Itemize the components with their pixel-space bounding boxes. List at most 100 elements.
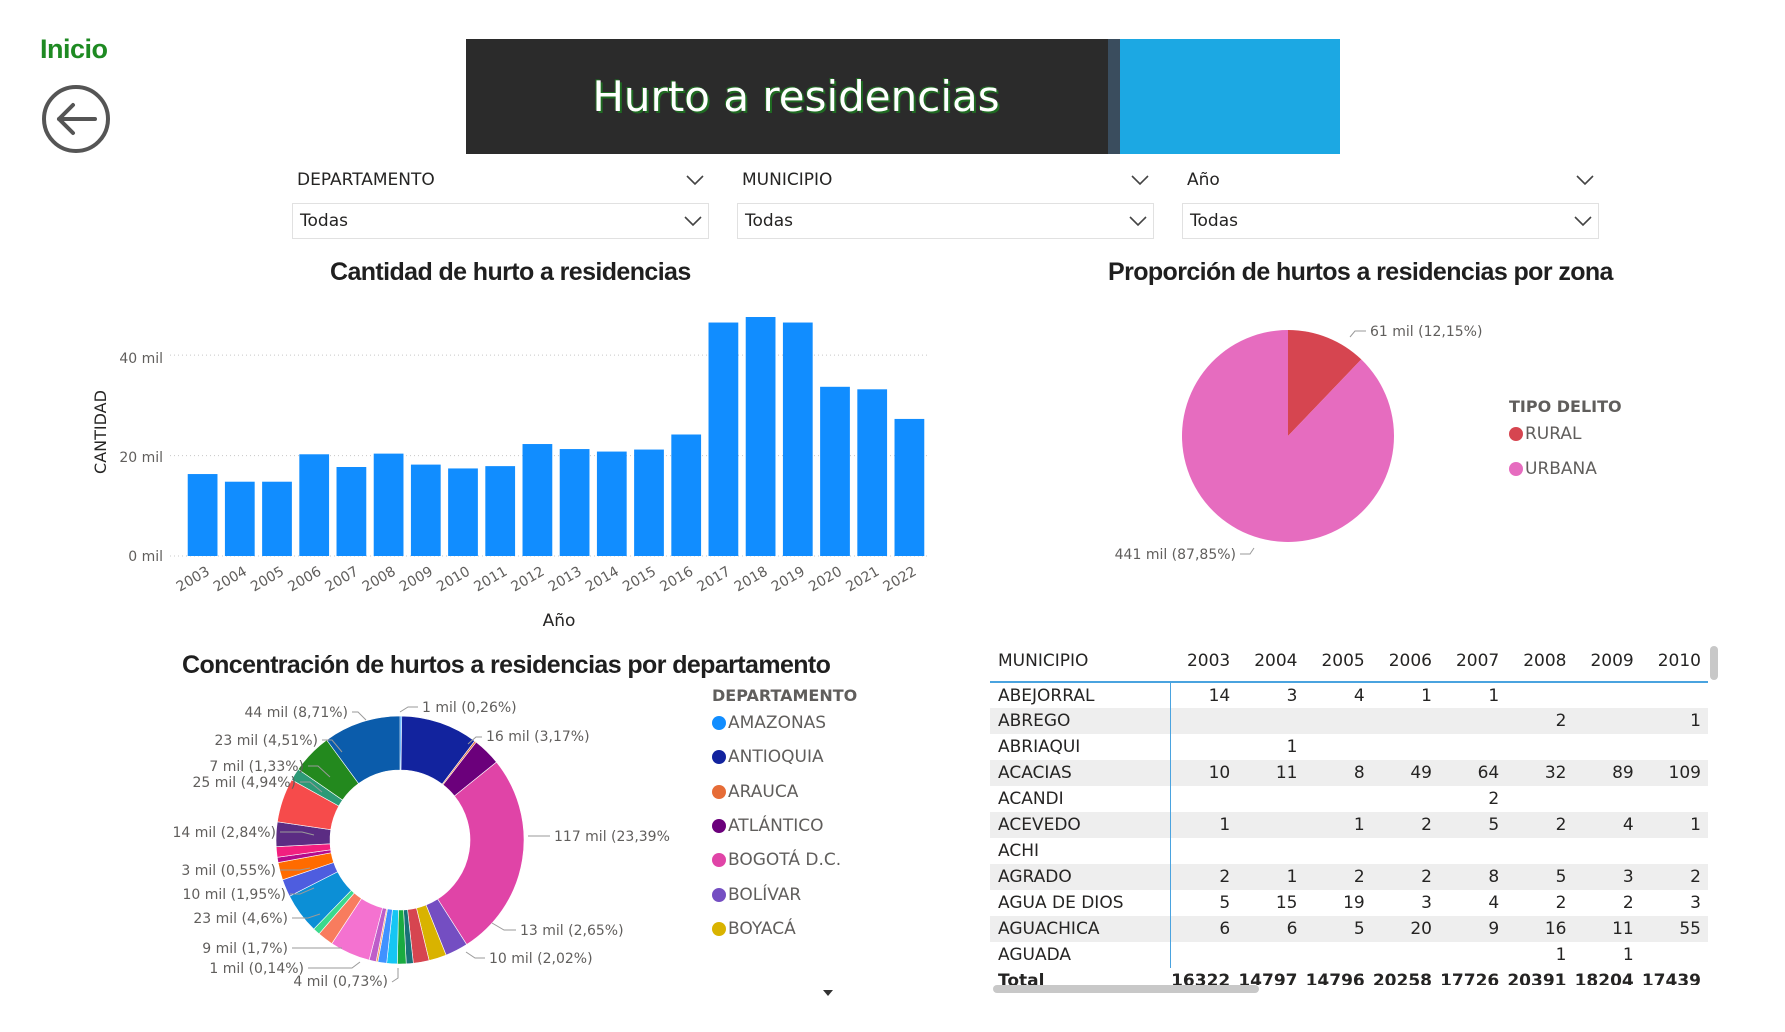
value-cell: 1 xyxy=(1690,815,1701,835)
chevron-down-icon[interactable] xyxy=(1576,174,1594,186)
column-header-year[interactable]: 2003 xyxy=(1170,640,1237,682)
legend-item[interactable]: ANTIOQUIA xyxy=(712,747,824,767)
data-label: 9 mil (1,7%) xyxy=(202,941,288,957)
value-cell: 5 xyxy=(1353,919,1365,939)
legend-item[interactable]: ARAUCA xyxy=(712,782,798,802)
x-tick-label: 2009 xyxy=(397,564,436,596)
bar[interactable] xyxy=(745,317,776,556)
legend-item[interactable]: BOLÍVAR xyxy=(712,885,801,905)
legend-dot xyxy=(712,784,726,799)
table-row[interactable]: AGUACHICA 6 6 5 20 9 16 11 55 xyxy=(990,916,1708,942)
value-cell: 1 xyxy=(1690,711,1701,731)
municipio-dropdown[interactable]: Todas xyxy=(737,203,1154,239)
table-row[interactable]: AGRADO 2 1 2 2 8 5 3 2 xyxy=(990,864,1708,890)
table-row[interactable]: ACACIAS 10 11 8 49 64 32 89 109 xyxy=(990,760,1708,786)
table-row[interactable]: AGUADA 1 1 xyxy=(990,942,1708,968)
bar[interactable] xyxy=(448,468,478,556)
value-cell xyxy=(1641,682,1708,708)
bar[interactable] xyxy=(596,451,627,556)
value-cell: 6 xyxy=(1219,919,1231,939)
departamento-dropdown[interactable]: Todas xyxy=(292,203,709,239)
municipio-cell: ABREGO xyxy=(990,708,1171,734)
data-label: 16 mil (3,17%) xyxy=(486,729,590,745)
total-cell: 17726 xyxy=(1440,971,1500,985)
data-label: 23 mil (4,6%) xyxy=(193,911,288,927)
column-header-year[interactable]: 2006 xyxy=(1372,640,1439,682)
legend-item[interactable]: AMAZONAS xyxy=(712,713,826,733)
bar[interactable] xyxy=(522,444,553,556)
municipio-cell: ACHI xyxy=(990,838,1171,864)
bar[interactable] xyxy=(634,449,664,556)
value-cell xyxy=(1574,786,1641,812)
value-cell: 1 xyxy=(1488,685,1500,706)
column-header-year[interactable]: 2008 xyxy=(1506,640,1573,682)
legend-item-rural[interactable]: RURAL xyxy=(1509,424,1581,444)
bar[interactable] xyxy=(299,454,330,556)
data-label: 441 mil (87,85%) xyxy=(1115,547,1236,563)
column-header-year[interactable]: 2010 xyxy=(1641,640,1708,682)
value-cell: 109 xyxy=(1668,763,1701,783)
data-label: 1 mil (0,26%) xyxy=(422,700,517,716)
bar[interactable] xyxy=(559,449,590,556)
value-cell: 5 xyxy=(1219,893,1231,913)
bar[interactable] xyxy=(485,466,516,556)
value-cell: 4 xyxy=(1622,815,1634,835)
value-cell: 15 xyxy=(1275,893,1298,913)
total-cell: 16322 xyxy=(1171,971,1231,985)
table-row[interactable]: ACEVEDO 1 1 2 5 2 4 1 xyxy=(990,812,1708,838)
bar[interactable] xyxy=(410,464,441,556)
bar[interactable] xyxy=(671,434,702,556)
table-row[interactable]: ACANDI 2 xyxy=(990,786,1708,812)
slicer-header[interactable]: DEPARTAMENTO xyxy=(292,165,709,195)
legend-item[interactable]: BOYACÁ xyxy=(712,919,796,939)
ano-dropdown[interactable]: Todas xyxy=(1182,203,1599,239)
arrow-left-circle-icon[interactable] xyxy=(41,84,111,154)
bar[interactable] xyxy=(373,453,404,556)
column-header-municipio[interactable]: MUNICIPIO xyxy=(990,640,1170,682)
legend-label: ARAUCA xyxy=(728,781,799,802)
slicer-header[interactable]: MUNICIPIO xyxy=(737,165,1154,195)
bar[interactable] xyxy=(336,467,367,556)
slicer-header[interactable]: Año xyxy=(1182,165,1599,195)
horizontal-scrollbar[interactable] xyxy=(993,985,1259,993)
table-row[interactable]: ABRIAQUI 1 xyxy=(990,734,1708,760)
legend-item[interactable]: ATLÁNTICO xyxy=(712,816,824,836)
chevron-down-icon[interactable] xyxy=(686,174,704,186)
table-row[interactable]: ACHI xyxy=(990,838,1708,864)
legend-scroll-down-icon[interactable] xyxy=(823,990,833,996)
value-cell xyxy=(1506,734,1573,760)
value-cell xyxy=(1305,708,1372,734)
home-link[interactable]: Inicio xyxy=(40,34,108,65)
bar[interactable] xyxy=(262,481,292,556)
chevron-down-icon[interactable] xyxy=(1131,174,1149,186)
bar[interactable] xyxy=(708,322,739,556)
value-cell: 2 xyxy=(1421,867,1432,887)
legend-label: ANTIOQUIA xyxy=(728,747,824,768)
value-cell xyxy=(1641,942,1708,968)
table-row[interactable]: ABREGO 2 1 xyxy=(990,708,1708,734)
bar[interactable] xyxy=(820,386,850,556)
legend-dot xyxy=(712,887,726,902)
vertical-scrollbar[interactable] xyxy=(1710,646,1718,680)
value-cell xyxy=(1372,708,1439,734)
bar[interactable] xyxy=(857,389,888,556)
column-header-year[interactable]: 2005 xyxy=(1305,640,1372,682)
bar[interactable] xyxy=(224,481,255,556)
y-tick-label: 20 mil xyxy=(119,450,163,466)
bar[interactable] xyxy=(782,322,813,556)
table-row[interactable]: AGUA DE DIOS 5 15 19 3 4 2 2 3 xyxy=(990,890,1708,916)
value-cell xyxy=(1506,682,1573,708)
value-cell: 3 xyxy=(1286,685,1298,706)
bar[interactable] xyxy=(187,474,218,556)
value-cell: 1 xyxy=(1421,685,1432,706)
value-cell xyxy=(1372,838,1439,864)
value-cell xyxy=(1170,786,1237,812)
pie-slice[interactable] xyxy=(1182,330,1394,542)
column-header-year[interactable]: 2009 xyxy=(1574,640,1641,682)
legend-item[interactable]: BOGOTÁ D.C. xyxy=(712,850,841,870)
bar[interactable] xyxy=(894,418,925,556)
column-header-year[interactable]: 2007 xyxy=(1439,640,1506,682)
column-header-year[interactable]: 2004 xyxy=(1237,640,1304,682)
table-row[interactable]: ABEJORRAL 14 3 4 1 1 xyxy=(990,682,1708,708)
legend-item-urbana[interactable]: URBANA xyxy=(1509,459,1597,479)
